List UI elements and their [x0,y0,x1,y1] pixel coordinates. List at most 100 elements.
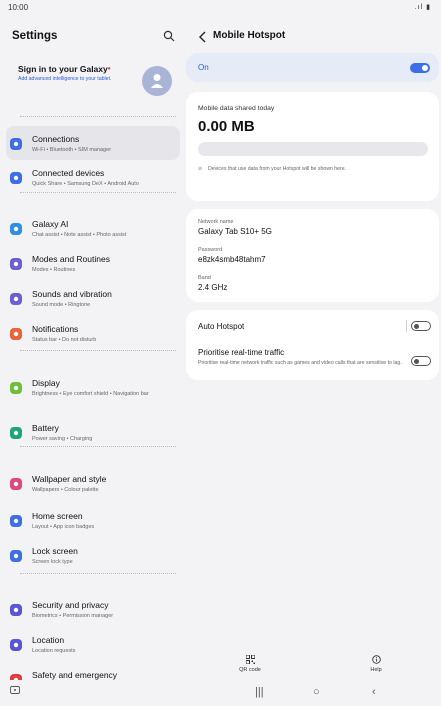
sidebar-item-sublabel: Screen lock type [32,559,73,565]
navigation-bar: ||| ○ ‹ [0,680,441,706]
home-nav-icon[interactable]: ○ [313,686,320,698]
settings-title: Settings [12,30,58,42]
divider [20,573,176,574]
sidebar-item-sounds-and-vibration[interactable]: Sounds and vibration Sound mode • Rington… [6,281,180,315]
sidebar-item-label: Wallpaper and style [32,474,107,484]
sidebar-item-connections[interactable]: Connections Wi-Fi • Bluetooth • SIM manag… [6,126,180,160]
link-icon: ⊘ [198,166,203,172]
sidebar-item-label: Galaxy AI [32,219,69,229]
search-icon[interactable] [163,30,175,42]
wallpaper-icon [10,478,22,490]
back-icon[interactable] [198,31,208,43]
divider [20,116,176,117]
sidebar-item-sublabel: Wi-Fi • Bluetooth • SIM manager [32,147,112,153]
back-nav-icon[interactable]: ‹ [372,686,376,698]
notification-icon [10,328,22,340]
status-time: 10:00 [8,3,29,12]
auto-hotspot-toggle[interactable] [411,321,431,331]
qr-code-icon [245,655,255,664]
sidebar-item-sublabel: Power saving • Charging [32,436,93,442]
help-button[interactable]: Help [356,655,396,673]
sidebar-item-sublabel: Location requests [32,648,76,654]
separator [406,320,407,332]
sidebar-item-label: Lock screen [32,546,78,556]
network-settings-card[interactable]: Network name Galaxy Tab S10+ 5G Password… [186,209,439,302]
sidebar-item-sublabel: Status bar • Do not disturb [32,337,97,343]
hotspot-options-card: Auto Hotspot Prioritise real-time traffi… [186,310,439,380]
help-label: Help [370,667,382,673]
avatar[interactable] [142,66,172,96]
sidebar-item-galaxy-ai[interactable]: Galaxy AI Chat assist • Note assist • Pho… [6,211,180,245]
sound-icon [10,293,22,305]
hotspot-master-switch[interactable]: On [186,53,439,82]
hotspot-toggle[interactable] [410,63,430,73]
auto-hotspot-label[interactable]: Auto Hotspot [198,322,244,331]
ai-sparkle-icon [10,223,22,235]
home-icon [10,515,22,527]
sidebar-item-sublabel: Modes • Routines [32,267,76,273]
realtime-traffic-toggle[interactable] [411,356,431,366]
realtime-traffic-label[interactable]: Prioritise real-time traffic [198,348,284,357]
data-shared-label: Mobile data shared today [198,105,275,112]
sidebar-item-security-and-privacy[interactable]: Security and privacy Biometrics • Permiss… [6,592,180,626]
display-icon [10,382,22,394]
sidebar-item-sublabel: Quick Share • Samsung DeX • Android Auto [32,181,139,187]
divider [20,350,176,351]
data-usage-card: Mobile data shared today 0.00 MB ⊘ Device… [186,92,439,201]
sidebar-item-wallpaper-and-style[interactable]: Wallpaper and style Wallpapers • Colour p… [6,466,180,500]
sidebar-item-label: Battery [32,423,59,433]
band-label: Band [198,275,211,281]
password-value: e8zk4smb48tahm7 [198,255,266,264]
shield-icon [10,604,22,616]
sidebar-item-label: Display [32,378,60,388]
sidebar-item-location[interactable]: Location Location requests [6,627,180,661]
recents-icon[interactable]: ||| [255,686,264,698]
sidebar-item-display[interactable]: Display Brightness • Eye comfort shield •… [6,370,180,404]
sidebar-item-sublabel: Chat assist • Note assist • Photo assist [32,232,127,238]
wifi-icon [10,138,22,150]
sidebar-item-sublabel: Wallpapers • Colour palette [32,487,99,493]
battery-icon [10,427,22,439]
sidebar-item-label: Security and privacy [32,600,109,610]
lock-icon [10,550,22,562]
data-shared-value: 0.00 MB [198,118,255,135]
sidebar-item-sublabel: Layout • App icon badges [32,524,95,530]
page-title: Mobile Hotspot [213,30,286,41]
qr-code-label: QR code [239,667,261,673]
sidebar-item-label: Sounds and vibration [32,289,112,299]
sidebar-item-label: Location [32,635,65,645]
sidebar-item-lock-screen[interactable]: Lock screen Screen lock type [6,538,180,572]
sidebar-item-sublabel: Brightness • Eye comfort shield • Naviga… [32,391,149,397]
devices-note: ⊘ Devices that use data from your Hotspot… [198,166,347,172]
status-bar: 10:00 .ıl ▮ [0,0,441,16]
sidebar-item-label: Safety and emergency [32,670,118,680]
sidebar-item-home-screen[interactable]: Home screen Layout • App icon badges [6,503,180,537]
sidebar-item-connected-devices[interactable]: Connected devices Quick Share • Samsung D… [6,160,180,194]
devices-icon [10,172,22,184]
account-subtitle: Add advanced intelligence to your tablet… [18,76,112,82]
sidebar-item-modes-and-routines[interactable]: Modes and Routines Modes • Routines [6,246,180,280]
realtime-traffic-desc: Prioritise real-time network traffic suc… [198,360,402,366]
notification-dot: • [107,64,111,73]
network-name-label: Network name [198,219,234,225]
sidebar-item-battery[interactable]: Battery Power saving • Charging [6,415,180,449]
sidebar-item-safety-and-emergency[interactable]: Safety and emergency [6,662,180,680]
sidebar-item-notifications[interactable]: Notifications Status bar • Do not disturb [6,316,180,350]
bottom-actions: QR code Help [186,655,441,680]
on-label: On [198,63,209,72]
location-icon [10,639,22,651]
network-name-value: Galaxy Tab S10+ 5G [198,227,272,236]
sidebar-item-label: Connections [32,134,80,144]
help-icon [371,655,381,664]
sidebar-item-label: Connected devices [32,168,105,178]
qr-code-button[interactable]: QR code [230,655,270,673]
band-value: 2.4 GHz [198,283,228,292]
settings-pane: Settings Sign in to your Galaxy• Add adv… [0,16,186,680]
sidebar-item-label: Modes and Routines [32,254,110,264]
sidebar-item-sublabel: Sound mode • Ringtone [32,302,91,308]
signal-battery-icon: .ıl ▮ [414,4,431,11]
sidebar-item-label: Notifications [32,324,79,334]
mobile-hotspot-pane: Mobile Hotspot On Mobile data shared tod… [186,16,441,680]
sidebar-item-label: Home screen [32,511,83,521]
modes-icon [10,258,22,270]
